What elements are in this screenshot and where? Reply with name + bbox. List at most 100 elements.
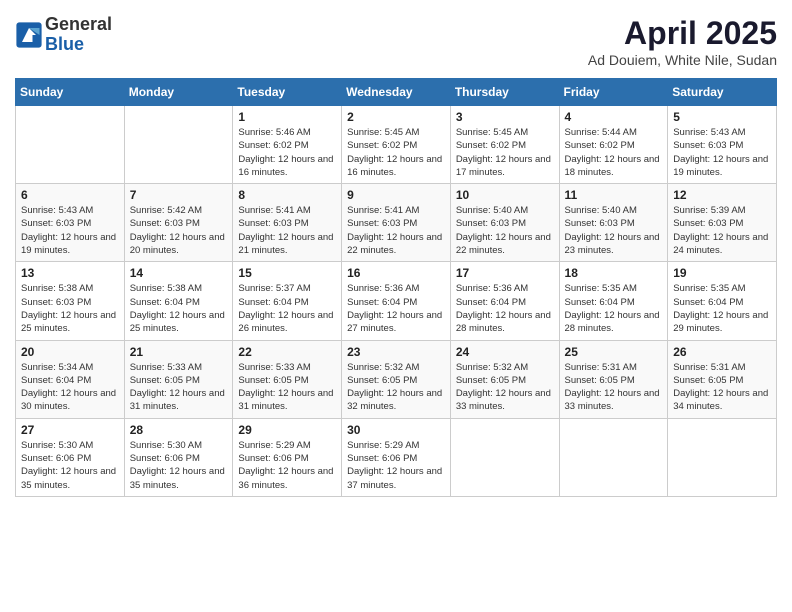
day-info-line: Daylight: 12 hours and 22 minutes. [456, 232, 551, 256]
day-info-line: Daylight: 12 hours and 27 minutes. [347, 310, 442, 334]
logo-text: General Blue [45, 15, 112, 55]
day-number: 14 [130, 266, 228, 280]
day-info-line: Sunrise: 5:33 AM [238, 362, 310, 373]
day-info-line: Sunrise: 5:39 AM [673, 205, 745, 216]
day-info: Sunrise: 5:36 AMSunset: 6:04 PMDaylight:… [456, 282, 554, 335]
day-info-line: Daylight: 12 hours and 21 minutes. [238, 232, 333, 256]
calendar-cell: 5Sunrise: 5:43 AMSunset: 6:03 PMDaylight… [668, 106, 777, 184]
calendar-cell [16, 106, 125, 184]
calendar-cell: 6Sunrise: 5:43 AMSunset: 6:03 PMDaylight… [16, 184, 125, 262]
day-number: 23 [347, 345, 445, 359]
day-info-line: Sunset: 6:04 PM [673, 297, 743, 308]
day-info: Sunrise: 5:29 AMSunset: 6:06 PMDaylight:… [347, 439, 445, 492]
weekday-header: Monday [124, 79, 233, 106]
day-number: 27 [21, 423, 119, 437]
calendar-week-row: 13Sunrise: 5:38 AMSunset: 6:03 PMDayligh… [16, 262, 777, 340]
calendar-cell: 4Sunrise: 5:44 AMSunset: 6:02 PMDaylight… [559, 106, 668, 184]
day-info-line: Sunset: 6:05 PM [130, 375, 200, 386]
day-info-line: Sunset: 6:06 PM [21, 453, 91, 464]
day-info-line: Daylight: 12 hours and 20 minutes. [130, 232, 225, 256]
day-info: Sunrise: 5:38 AMSunset: 6:03 PMDaylight:… [21, 282, 119, 335]
day-info: Sunrise: 5:30 AMSunset: 6:06 PMDaylight:… [130, 439, 228, 492]
day-info-line: Daylight: 12 hours and 29 minutes. [673, 310, 768, 334]
day-info-line: Sunrise: 5:29 AM [238, 440, 310, 451]
day-info-line: Daylight: 12 hours and 31 minutes. [130, 388, 225, 412]
day-info-line: Sunset: 6:04 PM [347, 297, 417, 308]
day-number: 12 [673, 188, 771, 202]
calendar-cell: 30 Sunrise: 5:29 AMSunset: 6:06 PMDayligh… [342, 418, 451, 496]
day-number: 1 [238, 110, 336, 124]
day-info-line: Daylight: 12 hours and 19 minutes. [673, 154, 768, 178]
day-info: Sunrise: 5:43 AMSunset: 6:03 PMDaylight:… [21, 204, 119, 257]
calendar-cell: 17Sunrise: 5:36 AMSunset: 6:04 PMDayligh… [450, 262, 559, 340]
day-number: 16 [347, 266, 445, 280]
calendar-cell: 18Sunrise: 5:35 AMSunset: 6:04 PMDayligh… [559, 262, 668, 340]
day-info-line: Sunset: 6:02 PM [238, 140, 308, 151]
day-number: 25 [565, 345, 663, 359]
day-info: Sunrise: 5:33 AMSunset: 6:05 PMDaylight:… [238, 361, 336, 414]
calendar-cell: 24Sunrise: 5:32 AMSunset: 6:05 PMDayligh… [450, 340, 559, 418]
day-info-line: Daylight: 12 hours and 32 minutes. [347, 388, 442, 412]
day-info-line: Sunset: 6:05 PM [347, 375, 417, 386]
day-number: 22 [238, 345, 336, 359]
calendar-cell: 3Sunrise: 5:45 AMSunset: 6:02 PMDaylight… [450, 106, 559, 184]
day-number: 24 [456, 345, 554, 359]
day-info-line: Sunrise: 5:34 AM [21, 362, 93, 373]
day-info-line: Daylight: 12 hours and 18 minutes. [565, 154, 660, 178]
calendar-cell: 22 Sunrise: 5:33 AMSunset: 6:05 PMDayligh… [233, 340, 342, 418]
day-info-line: Daylight: 12 hours and 17 minutes. [456, 154, 551, 178]
calendar-cell: 20Sunrise: 5:34 AMSunset: 6:04 PMDayligh… [16, 340, 125, 418]
day-number: 7 [130, 188, 228, 202]
day-info-line: Sunrise: 5:40 AM [456, 205, 528, 216]
day-info: Sunrise: 5:43 AMSunset: 6:03 PMDaylight:… [673, 126, 771, 179]
day-number: 11 [565, 188, 663, 202]
calendar-cell: 11Sunrise: 5:40 AMSunset: 6:03 PMDayligh… [559, 184, 668, 262]
day-info-line: Daylight: 12 hours and 36 minutes. [238, 466, 333, 490]
calendar-cell: 21Sunrise: 5:33 AMSunset: 6:05 PMDayligh… [124, 340, 233, 418]
day-info-line: Sunset: 6:03 PM [565, 218, 635, 229]
day-info-line: Sunrise: 5:45 AM [347, 127, 419, 138]
logo-general: General [45, 15, 112, 35]
day-info-line: Daylight: 12 hours and 24 minutes. [673, 232, 768, 256]
day-number: 29 [238, 423, 336, 437]
logo-blue: Blue [45, 35, 112, 55]
calendar-cell [450, 418, 559, 496]
calendar-cell: 19Sunrise: 5:35 AMSunset: 6:04 PMDayligh… [668, 262, 777, 340]
day-info-line: Sunset: 6:05 PM [456, 375, 526, 386]
day-info-line: Sunset: 6:06 PM [130, 453, 200, 464]
day-info-line: Sunset: 6:03 PM [673, 218, 743, 229]
day-number: 3 [456, 110, 554, 124]
day-info: Sunrise: 5:38 AMSunset: 6:04 PMDaylight:… [130, 282, 228, 335]
weekday-header-row: SundayMondayTuesdayWednesdayThursdayFrid… [16, 79, 777, 106]
day-info-line: Sunset: 6:04 PM [130, 297, 200, 308]
day-info-line: Daylight: 12 hours and 31 minutes. [238, 388, 333, 412]
day-info-line: Sunrise: 5:35 AM [673, 283, 745, 294]
day-info: Sunrise: 5:40 AMSunset: 6:03 PMDaylight:… [456, 204, 554, 257]
day-info-line: Daylight: 12 hours and 35 minutes. [21, 466, 116, 490]
day-number: 20 [21, 345, 119, 359]
day-info-line: Sunrise: 5:30 AM [21, 440, 93, 451]
day-number: 30 [347, 423, 445, 437]
day-info: Sunrise: 5:41 AMSunset: 6:03 PMDaylight:… [238, 204, 336, 257]
weekday-header: Thursday [450, 79, 559, 106]
day-info-line: Sunset: 6:02 PM [456, 140, 526, 151]
day-info-line: Sunrise: 5:32 AM [456, 362, 528, 373]
day-info: Sunrise: 5:32 AMSunset: 6:05 PMDaylight:… [347, 361, 445, 414]
day-number: 9 [347, 188, 445, 202]
day-number: 28 [130, 423, 228, 437]
day-info-line: Sunrise: 5:41 AM [238, 205, 310, 216]
day-number: 8 [238, 188, 336, 202]
day-info: Sunrise: 5:37 AMSunset: 6:04 PMDaylight:… [238, 282, 336, 335]
day-info-line: Sunset: 6:03 PM [130, 218, 200, 229]
day-number: 15 [238, 266, 336, 280]
location-title: Ad Douiem, White Nile, Sudan [588, 52, 777, 68]
day-info: Sunrise: 5:45 AMSunset: 6:02 PMDaylight:… [347, 126, 445, 179]
day-info: Sunrise: 5:44 AMSunset: 6:02 PMDaylight:… [565, 126, 663, 179]
calendar-cell: 13Sunrise: 5:38 AMSunset: 6:03 PMDayligh… [16, 262, 125, 340]
day-info-line: Daylight: 12 hours and 35 minutes. [130, 466, 225, 490]
day-info-line: Daylight: 12 hours and 28 minutes. [456, 310, 551, 334]
calendar-cell: 16Sunrise: 5:36 AMSunset: 6:04 PMDayligh… [342, 262, 451, 340]
day-info-line: Daylight: 12 hours and 33 minutes. [565, 388, 660, 412]
calendar-cell: 9Sunrise: 5:41 AMSunset: 6:03 PMDaylight… [342, 184, 451, 262]
logo: General Blue [15, 15, 112, 55]
